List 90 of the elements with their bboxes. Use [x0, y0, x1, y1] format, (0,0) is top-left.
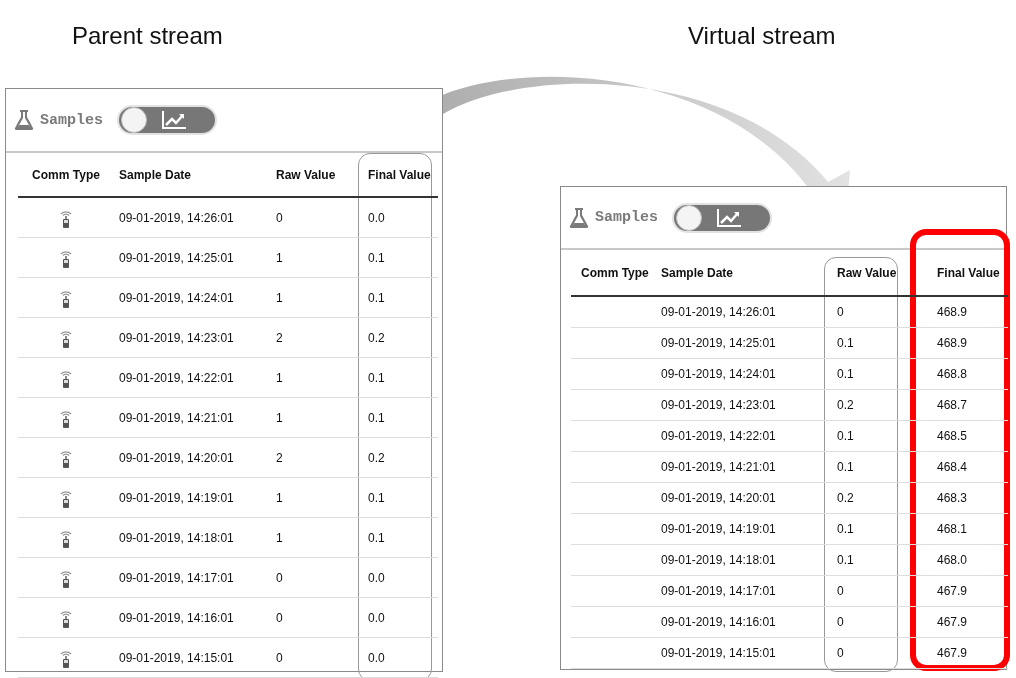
view-toggle[interactable]: [117, 105, 217, 135]
sample-date: 09-01-2019, 14:15:01: [119, 650, 234, 665]
final-value: 467.9: [937, 646, 968, 660]
final-value: 468.8: [937, 367, 968, 381]
raw-value: 1: [276, 290, 283, 305]
raw-value: 0.1: [837, 367, 854, 381]
column-header: Raw Value: [276, 167, 336, 182]
raw-value: 0.1: [837, 460, 854, 474]
column-header: Sample Date: [119, 167, 192, 182]
sample-date: 09-01-2019, 14:22:01: [119, 370, 234, 385]
sample-date: 09-01-2019, 14:21:01: [661, 460, 776, 474]
sample-date: 09-01-2019, 14:26:01: [119, 210, 234, 225]
final-value: 468.9: [937, 336, 968, 350]
final-value: 468.1: [937, 522, 968, 536]
raw-value: 0.1: [837, 429, 854, 443]
flask-icon: [569, 206, 589, 229]
sample-date: 09-01-2019, 14:23:01: [661, 398, 776, 412]
final-value: 468.9: [937, 305, 968, 319]
sample-date: 09-01-2019, 14:26:01: [661, 305, 776, 319]
column-header: Raw Value: [837, 265, 897, 280]
sample-date: 09-01-2019, 14:25:01: [119, 250, 234, 265]
final-value: 0.1: [368, 410, 385, 425]
line-chart-icon: [716, 207, 742, 228]
raw-value: 1: [276, 250, 283, 265]
line-chart-icon: [161, 110, 187, 130]
column-header: Comm Type: [581, 265, 649, 280]
final-value: 0.1: [368, 290, 385, 305]
final-value: 0.2: [368, 450, 385, 465]
final-value: 0.0: [368, 610, 385, 625]
sample-date: 09-01-2019, 14:24:01: [661, 367, 776, 381]
sample-date: 09-01-2019, 14:17:01: [661, 584, 776, 598]
column-header: Final Value: [368, 167, 431, 182]
flask-icon: [14, 109, 34, 131]
raw-value: 0: [837, 615, 844, 629]
raw-value: 0: [276, 570, 283, 585]
final-value: 0.1: [368, 370, 385, 385]
sample-date: 09-01-2019, 14:19:01: [661, 522, 776, 536]
sample-date: 09-01-2019, 14:19:01: [119, 490, 234, 505]
raw-value: 2: [276, 330, 283, 345]
raw-value: 0.1: [837, 336, 854, 350]
sample-date: 09-01-2019, 14:23:01: [119, 330, 234, 345]
raw-value: 1: [276, 530, 283, 545]
sample-date: 09-01-2019, 14:18:01: [119, 530, 234, 545]
final-value: 0.0: [368, 210, 385, 225]
final-value: 0.1: [368, 530, 385, 545]
raw-value: 0: [276, 210, 283, 225]
raw-value: 0: [837, 646, 844, 660]
panel-title: Samples: [40, 111, 103, 129]
final-value: 468.5: [937, 429, 968, 443]
column-header: Final Value: [937, 265, 1000, 280]
final-value: 467.9: [937, 615, 968, 629]
raw-value: 1: [276, 490, 283, 505]
final-value: 468.4: [937, 460, 968, 474]
sample-date: 09-01-2019, 14:25:01: [661, 336, 776, 350]
raw-value: 0: [837, 305, 844, 319]
column-header: Comm Type: [32, 167, 100, 182]
raw-value: 0.1: [837, 553, 854, 567]
final-value: 468.3: [937, 491, 968, 505]
final-value: 0.0: [368, 570, 385, 585]
final-value: 0.0: [368, 650, 385, 665]
final-value: 467.9: [937, 584, 968, 598]
final-value: 0.1: [368, 490, 385, 505]
sample-date: 09-01-2019, 14:22:01: [661, 429, 776, 443]
raw-value: 1: [276, 410, 283, 425]
sample-date: 09-01-2019, 14:18:01: [661, 553, 776, 567]
column-header: Sample Date: [661, 265, 734, 280]
sample-date: 09-01-2019, 14:16:01: [661, 615, 776, 629]
sample-date: 09-01-2019, 14:15:01: [661, 646, 776, 660]
raw-value: 0: [276, 650, 283, 665]
raw-value: 0.1: [837, 522, 854, 536]
sample-date: 09-01-2019, 14:17:01: [119, 570, 234, 585]
sample-date: 09-01-2019, 14:21:01: [119, 410, 234, 425]
stream-caption: Virtual stream: [688, 22, 836, 50]
raw-value: 0.2: [837, 398, 854, 412]
final-value: 0.1: [368, 250, 385, 265]
final-value: 468.7: [937, 398, 968, 412]
view-toggle[interactable]: [672, 202, 772, 233]
raw-value: 1: [276, 370, 283, 385]
sample-date: 09-01-2019, 14:24:01: [119, 290, 234, 305]
final-value: 0.2: [368, 330, 385, 345]
final-value: 468.0: [937, 553, 968, 567]
sample-date: 09-01-2019, 14:20:01: [661, 491, 776, 505]
raw-value: 0: [276, 610, 283, 625]
sample-date: 09-01-2019, 14:20:01: [119, 450, 234, 465]
raw-value: 0: [837, 584, 844, 598]
raw-value: 0.2: [837, 491, 854, 505]
panel-title: Samples: [595, 209, 658, 226]
raw-value: 2: [276, 450, 283, 465]
sample-date: 09-01-2019, 14:16:01: [119, 610, 234, 625]
stream-caption: Parent stream: [72, 22, 223, 50]
